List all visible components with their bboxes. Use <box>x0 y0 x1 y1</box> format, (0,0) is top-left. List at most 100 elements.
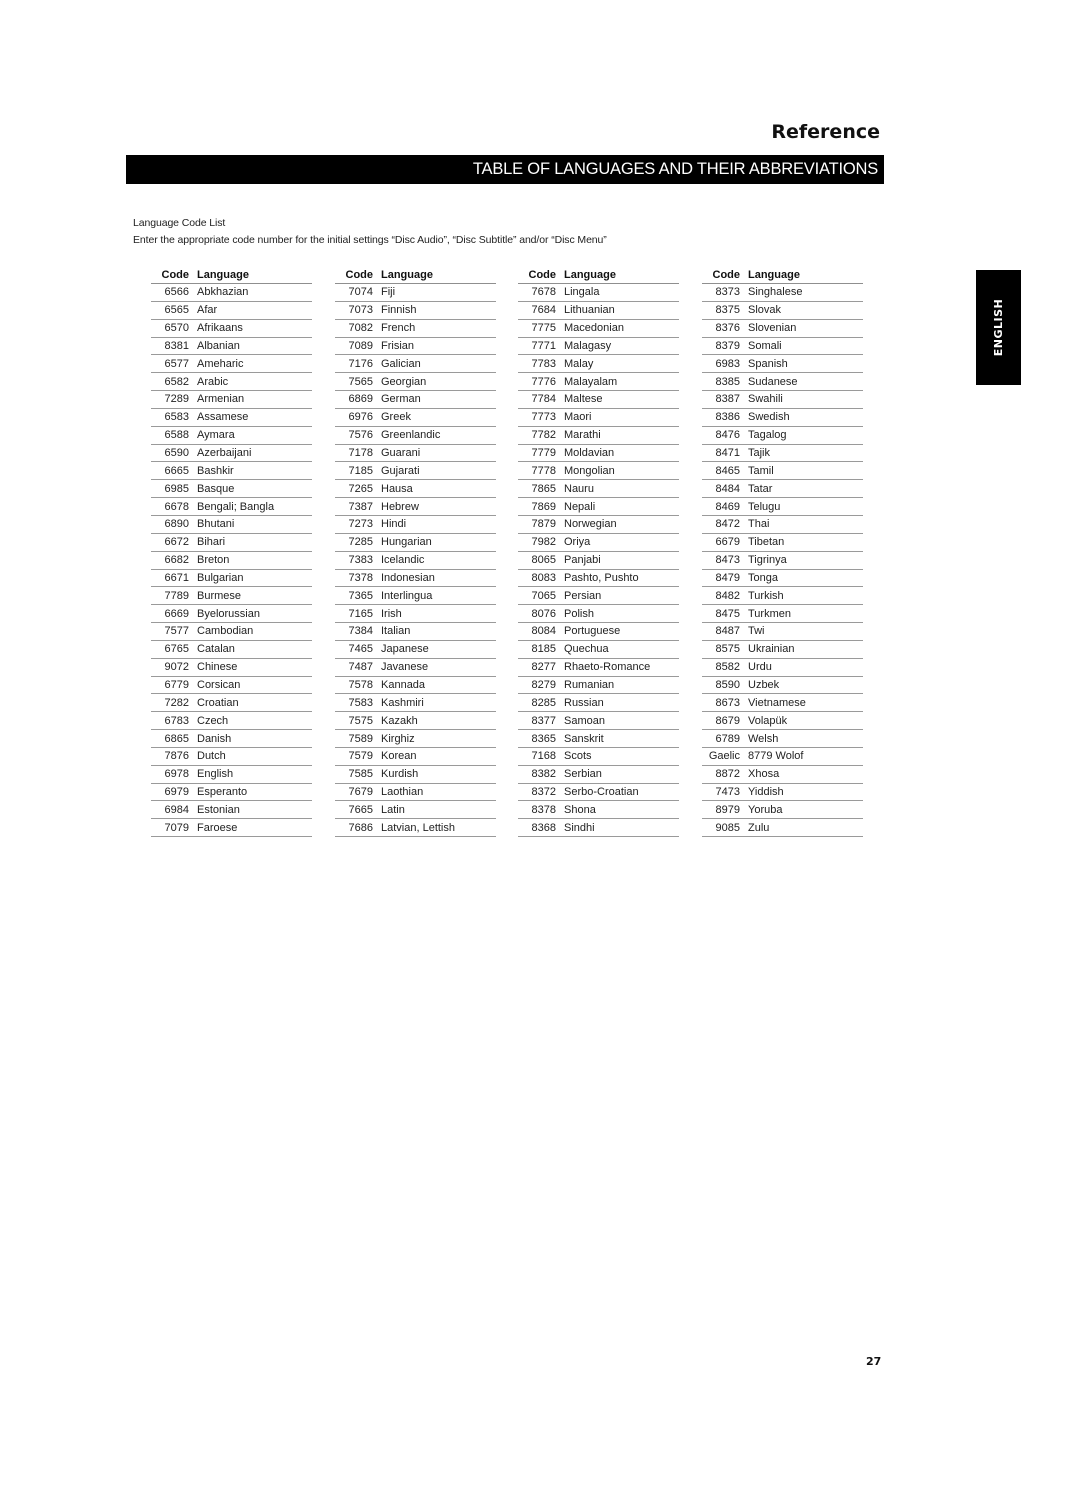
language-name: Ukrainian <box>748 643 795 656</box>
language-code: 7565 <box>348 375 373 388</box>
table-row: 6865 Danish <box>151 730 312 748</box>
language-code: 7387 <box>348 500 373 513</box>
language-name: Bengali; Bangla <box>197 500 275 513</box>
table-row: 7079 Faroese <box>151 819 312 838</box>
table-row: 8277 Rhaeto-Romance <box>518 659 679 677</box>
table-row: 8083 Pashto, Pushto <box>518 570 679 588</box>
intro-instruction: Enter the appropriate code number for th… <box>133 234 607 246</box>
language-code: 8376 <box>715 322 740 335</box>
intro: Language Code List Enter the appropriate… <box>133 215 607 249</box>
language-code: 7289 <box>164 393 189 406</box>
language-code: 7679 <box>348 786 373 799</box>
language-code: 8377 <box>531 714 556 727</box>
language-code: 6577 <box>164 357 189 370</box>
language-name: Interlingua <box>381 589 433 602</box>
language-name: Tatar <box>748 482 773 495</box>
language-name: Xhosa <box>748 768 780 781</box>
language-code: 6984 <box>164 803 189 816</box>
language-name: Afrikaans <box>197 322 243 335</box>
language-code: 7686 <box>348 821 373 834</box>
table-row: 6570 Afrikaans <box>151 320 312 338</box>
table-row: 6984 Estonian <box>151 801 312 820</box>
table-row: 7465 Japanese <box>335 641 496 659</box>
table-row: 8379 Somali <box>702 338 863 356</box>
language-name: Scots <box>564 750 592 763</box>
table-row: 8372 Serbo-Croatian <box>518 784 679 802</box>
language-side-tab-label: ENGLISH <box>992 298 1006 357</box>
table-row: 8479 Tonga <box>702 570 863 588</box>
language-code: 6583 <box>164 411 189 424</box>
language-code: 7465 <box>348 643 373 656</box>
language-code: 8471 <box>715 447 740 460</box>
language-code: 7487 <box>348 661 373 674</box>
language-name: Lithuanian <box>564 304 615 317</box>
table-row: 6671 Bulgarian <box>151 570 312 588</box>
language-name: Malayalam <box>564 375 618 388</box>
language-code: 8479 <box>715 571 740 584</box>
language-code: 7879 <box>531 518 556 531</box>
language-name: Estonian <box>197 803 240 816</box>
language-name: Turkish <box>748 589 784 602</box>
table-row: 6588 Aymara <box>151 427 312 445</box>
language-code: 7082 <box>348 322 373 335</box>
table-row: 8385 Sudanese <box>702 373 863 392</box>
language-code: 8482 <box>715 589 740 602</box>
table-row: 8472 Thai <box>702 516 863 534</box>
language-code: 7165 <box>348 607 373 620</box>
column-header: Code Language <box>702 266 863 284</box>
table-row: 8473 Tigrinya <box>702 552 863 570</box>
table-row: 6765 Catalan <box>151 641 312 659</box>
table-row: 7176 Galician <box>335 355 496 374</box>
language-code: 7089 <box>348 339 373 352</box>
language-table-column: Code Language 8373 Singhalese 8375 Slovak 8376… <box>702 266 863 838</box>
page-title-bar: TABLE OF LANGUAGES AND THEIR ABBREVIATIO… <box>126 155 884 184</box>
language-name: Samoan <box>564 714 605 727</box>
language-code: 8279 <box>531 678 556 691</box>
language-name: Frisian <box>381 339 415 352</box>
language-name: Gujarati <box>381 464 420 477</box>
table-row: 6779 Corsican <box>151 677 312 695</box>
language-name: Kashmiri <box>381 696 424 709</box>
table-row: 8471 Tajik <box>702 445 863 463</box>
language-name: Zulu <box>748 821 770 834</box>
language-code: 6865 <box>164 732 189 745</box>
language-header: Language <box>564 268 616 281</box>
table-row: 7473 Yiddish <box>702 784 863 802</box>
table-row: 8084 Portuguese <box>518 623 679 641</box>
language-name: Bihari <box>197 536 226 549</box>
language-name: Javanese <box>381 661 429 674</box>
language-code: 8375 <box>715 304 740 317</box>
language-code: 7065 <box>531 589 556 602</box>
language-name: Laothian <box>381 786 424 799</box>
table-row: 7773 Maori <box>518 409 679 427</box>
language-code: 6565 <box>164 304 189 317</box>
language-code: 7784 <box>531 393 556 406</box>
table-row: 7089 Frisian <box>335 338 496 356</box>
table-row: 6665 Bashkir <box>151 462 312 481</box>
language-name: Rumanian <box>564 678 615 691</box>
language-name: Serbo-Croatian <box>564 786 639 799</box>
language-name: Kannada <box>381 678 426 691</box>
language-name: Dutch <box>197 750 226 763</box>
table-row: 7383 Icelandic <box>335 552 496 570</box>
table-row: 7778 Mongolian <box>518 462 679 481</box>
language-name: Yiddish <box>748 786 784 799</box>
language-code: 8382 <box>531 768 556 781</box>
table-row: 7579 Korean <box>335 748 496 766</box>
language-code: 7365 <box>348 589 373 602</box>
language-name: Afar <box>197 304 218 317</box>
language-name: Italian <box>381 625 411 638</box>
table-row: 7289 Armenian <box>151 391 312 409</box>
language-name: Slovenian <box>748 322 797 335</box>
table-row: 7679 Laothian <box>335 784 496 802</box>
table-row: 7265 Hausa <box>335 480 496 499</box>
language-code: 6671 <box>164 571 189 584</box>
language-name: Korean <box>381 750 417 763</box>
language-name: Japanese <box>381 643 429 656</box>
language-code: 7865 <box>531 482 556 495</box>
table-row: 8373 Singhalese <box>702 284 863 302</box>
table-row: 7575 Kazakh <box>335 712 496 731</box>
table-row: 8679 Volapük <box>702 712 863 731</box>
language-code: 7576 <box>348 429 373 442</box>
table-row: 6682 Breton <box>151 552 312 570</box>
